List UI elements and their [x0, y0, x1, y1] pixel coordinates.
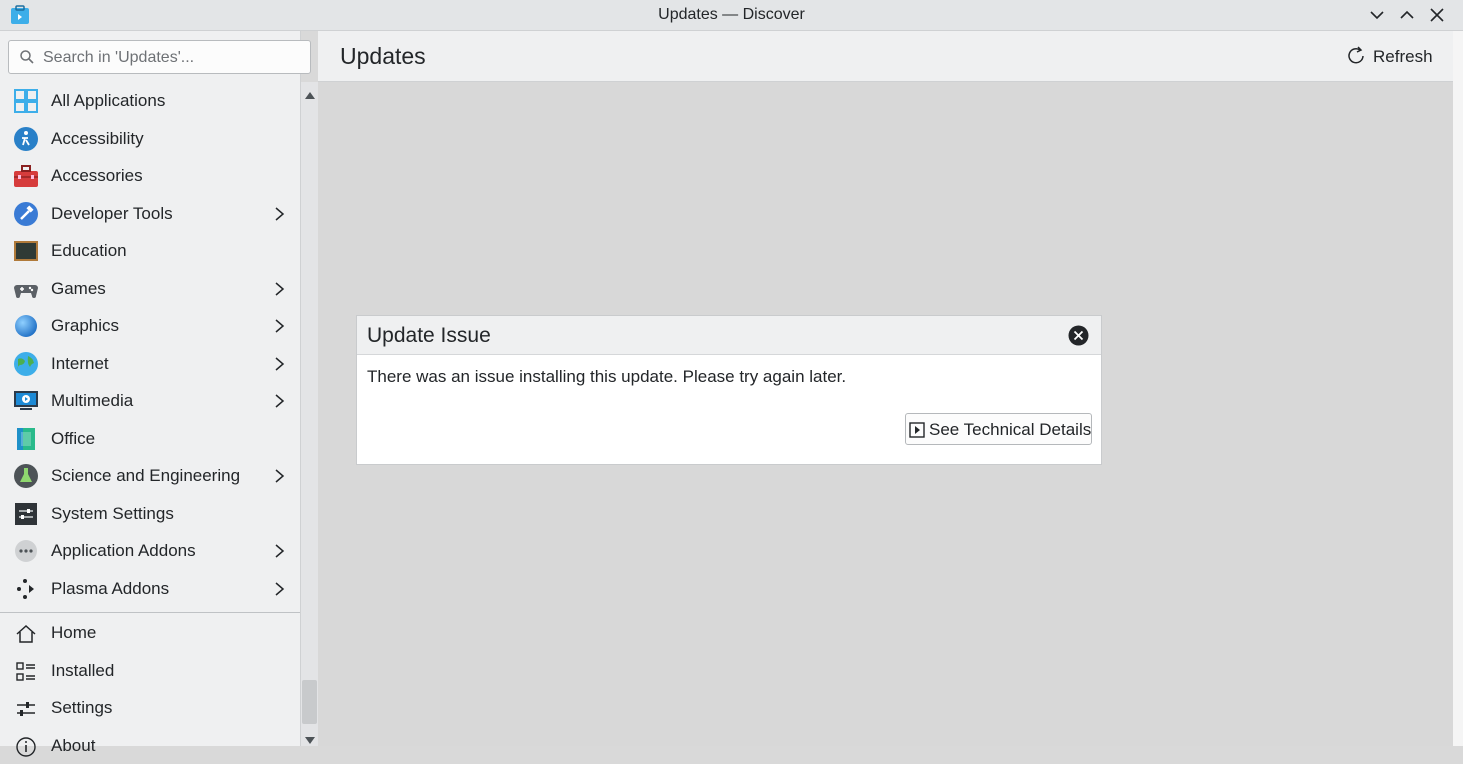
sidebar-item-label: Multimedia	[51, 391, 133, 411]
sidebar-bottom-nav: Home Installed Settings About	[0, 614, 300, 764]
update-issue-dialog: Update Issue There was an issue installi…	[356, 315, 1102, 465]
sidebar-item-label: All Applications	[51, 91, 165, 111]
chevron-right-icon	[273, 581, 287, 597]
sidebar-item-label: Games	[51, 279, 106, 299]
close-window-button[interactable]	[1426, 4, 1448, 26]
installed-list-icon	[15, 661, 37, 683]
sidebar-item-plasma-addons[interactable]: Plasma Addons	[0, 570, 300, 608]
search-icon	[19, 49, 35, 65]
search-field[interactable]	[8, 40, 311, 74]
refresh-icon	[1345, 45, 1367, 67]
home-icon	[15, 623, 37, 645]
sidebar-item-label: Application Addons	[51, 541, 196, 561]
sidebar-item-label: Education	[51, 241, 127, 261]
sidebar-item-label: Developer Tools	[51, 204, 173, 224]
monitor-play-icon	[13, 388, 39, 414]
page-header: Updates Refresh	[318, 31, 1453, 82]
sidebar-item-label: Science and Engineering	[51, 466, 240, 486]
sidebar-item-graphics[interactable]: Graphics	[0, 307, 300, 345]
see-technical-details-button[interactable]: See Technical Details	[905, 413, 1092, 445]
page-title: Updates	[340, 43, 426, 70]
sidebar-item-developer-tools[interactable]: Developer Tools	[0, 195, 300, 233]
play-box-icon	[909, 422, 925, 438]
scrollbar-thumb[interactable]	[302, 680, 317, 724]
window-title: Updates — Discover	[0, 6, 1463, 24]
sidebar-item-label: Settings	[51, 698, 112, 718]
dialog-message: There was an issue installing this updat…	[367, 367, 846, 387]
chevron-right-icon	[273, 206, 287, 222]
maximize-button[interactable]	[1396, 4, 1418, 26]
scroll-up-arrow-icon[interactable]	[305, 86, 315, 94]
sidebar-item-label: Accessibility	[51, 129, 144, 149]
sidebar-item-games[interactable]: Games	[0, 270, 300, 308]
sidebar-item-label: System Settings	[51, 504, 174, 524]
sidebar-item-label: Graphics	[51, 316, 119, 336]
chevron-right-icon	[273, 281, 287, 297]
chevron-right-icon	[273, 543, 287, 559]
document-icon	[13, 426, 39, 452]
sidebar-item-label: Accessories	[51, 166, 143, 186]
sidebar-item-label: Office	[51, 429, 95, 449]
window-edge	[1453, 31, 1463, 746]
category-list: All Applications Accessibility Accessori…	[0, 82, 300, 607]
settings-panel-icon	[13, 501, 39, 527]
sidebar-item-label: Plasma Addons	[51, 579, 169, 599]
sidebar-item-label: Internet	[51, 354, 109, 374]
sidebar-item-settings[interactable]: Settings	[0, 689, 300, 727]
refresh-label: Refresh	[1373, 47, 1433, 67]
chevron-right-icon	[273, 468, 287, 484]
sidebar-item-internet[interactable]: Internet	[0, 345, 300, 383]
sidebar-item-about[interactable]: About	[0, 727, 300, 764]
sidebar-divider	[0, 612, 300, 613]
sidebar-item-science-and-engineering[interactable]: Science and Engineering	[0, 457, 300, 495]
chevron-right-icon	[273, 356, 287, 372]
details-button-label: See Technical Details	[929, 420, 1091, 440]
sidebar-item-label: Installed	[51, 661, 114, 681]
gamepad-icon	[13, 276, 39, 302]
sidebar-item-system-settings[interactable]: System Settings	[0, 495, 300, 533]
dialog-header: Update Issue	[357, 316, 1101, 355]
sidebar-item-home[interactable]: Home	[0, 614, 300, 652]
sliders-icon	[15, 698, 37, 720]
chevron-right-icon	[273, 393, 287, 409]
sphere-icon	[13, 313, 39, 339]
minimize-button[interactable]	[1366, 4, 1388, 26]
window-titlebar: Updates — Discover	[0, 0, 1463, 31]
sidebar-item-office[interactable]: Office	[0, 420, 300, 458]
dialog-close-icon[interactable]	[1068, 325, 1089, 346]
sidebar-item-application-addons[interactable]: Application Addons	[0, 532, 300, 570]
toolbox-icon	[13, 163, 39, 189]
chalkboard-icon	[13, 238, 39, 264]
plasma-icon	[13, 576, 39, 602]
sidebar-item-installed[interactable]: Installed	[0, 652, 300, 690]
sidebar: All Applications Accessibility Accessori…	[0, 31, 301, 746]
scroll-down-arrow-icon[interactable]	[305, 732, 315, 740]
dialog-title: Update Issue	[367, 324, 491, 348]
accessibility-icon	[13, 126, 39, 152]
more-dots-icon	[13, 538, 39, 564]
flask-icon	[13, 463, 39, 489]
sidebar-item-accessibility[interactable]: Accessibility	[0, 120, 300, 158]
sidebar-item-multimedia[interactable]: Multimedia	[0, 382, 300, 420]
sidebar-item-education[interactable]: Education	[0, 232, 300, 270]
sidebar-item-all-applications[interactable]: All Applications	[0, 82, 300, 120]
chevron-right-icon	[273, 318, 287, 334]
sidebar-scrollbar[interactable]	[300, 82, 319, 746]
info-icon	[15, 736, 37, 758]
sidebar-item-label: Home	[51, 623, 96, 643]
grid-icon	[13, 88, 39, 114]
globe-icon	[13, 351, 39, 377]
hammer-icon	[13, 201, 39, 227]
search-input[interactable]	[41, 46, 305, 70]
sidebar-item-accessories[interactable]: Accessories	[0, 157, 300, 195]
